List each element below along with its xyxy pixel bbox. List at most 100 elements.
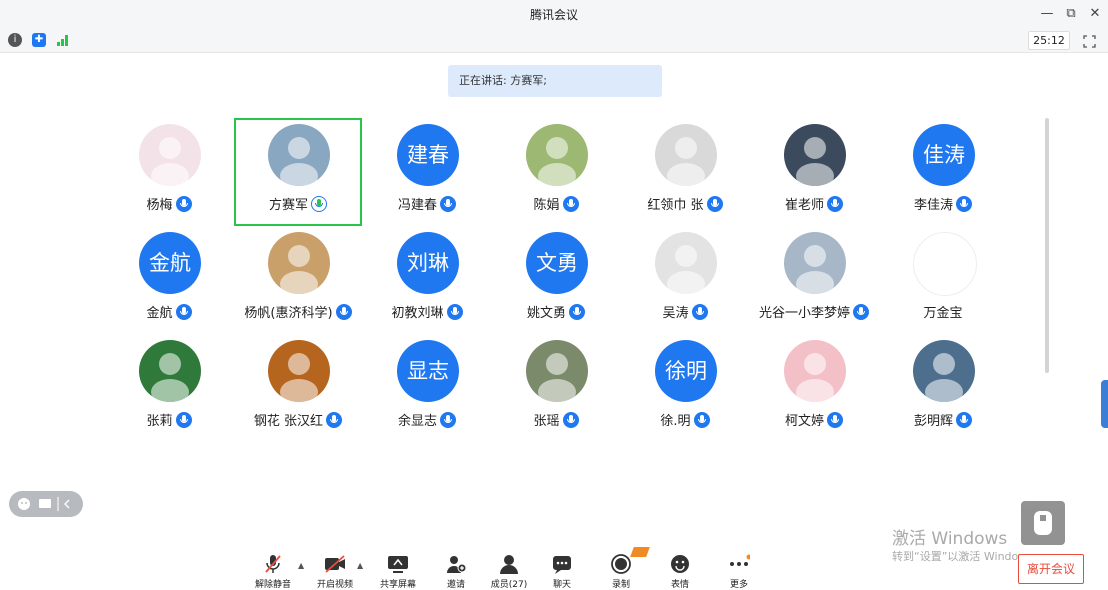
participant-tile[interactable]: 万金宝: [879, 226, 1007, 334]
info-icon[interactable]: i: [8, 33, 22, 47]
speaking-banner: 正在讲话: 方赛军;: [448, 65, 662, 97]
emoji-toggle-icon: [18, 498, 30, 510]
participant-tile[interactable]: 红领巾 张: [621, 118, 749, 226]
participant-avatar: [139, 124, 201, 186]
participant-tile[interactable]: 刘琳 初教刘琳: [363, 226, 491, 334]
speaking-text: 正在讲话: 方赛军;: [459, 74, 547, 87]
mic-icon: [693, 412, 710, 428]
participant-tile[interactable]: 徐明徐.明: [621, 334, 749, 442]
close-button[interactable]: ✕: [1086, 6, 1104, 21]
fullscreen-icon[interactable]: [1083, 33, 1096, 48]
participant-name: 万金宝: [923, 306, 963, 321]
participant-name-row: 张莉: [105, 410, 233, 429]
options-caret-icon[interactable]: ▲: [298, 561, 304, 570]
participant-tile[interactable]: 张瑶: [492, 334, 620, 442]
participant-name: 李佳涛: [913, 198, 953, 213]
mic-icon: [335, 304, 352, 320]
participant-avatar: [268, 124, 330, 186]
participant-avatar: [784, 340, 846, 402]
bottom-bar-label: 表情: [670, 580, 689, 590]
floating-controls[interactable]: [9, 491, 83, 517]
grid-scrollbar[interactable]: [1045, 118, 1049, 373]
window-title: 腾讯会议: [529, 8, 578, 22]
participant-tile[interactable]: 崔老师: [750, 118, 878, 226]
restore-button[interactable]: ⧉: [1062, 6, 1080, 21]
bottom-bar-item[interactable]: 聊天: [532, 553, 592, 590]
bottom-bar-item[interactable]: 开启视频: [305, 553, 365, 590]
bottom-bar-item[interactable]: 解除静音: [243, 553, 303, 590]
mic-icon: [827, 196, 843, 212]
mic-icon: [853, 304, 869, 320]
minimize-button[interactable]: —: [1038, 6, 1056, 21]
participant-avatar: 徐明: [655, 340, 717, 402]
participant-tile[interactable]: 建春 冯建春: [363, 118, 491, 226]
bottom-bar-label: 更多: [729, 580, 748, 590]
bottom-bar-label: 共享屏幕: [379, 580, 416, 590]
bottom-bar-item[interactable]: 成员(27): [479, 553, 539, 590]
participant-name: 陈娟: [533, 198, 560, 213]
participant-tile[interactable]: 杨帆(惠济科学): [234, 226, 362, 334]
participant-name-row: 光谷一小李梦婷: [750, 302, 878, 321]
title-bar: 腾讯会议 — ⧉ ✕: [0, 0, 1108, 28]
participant-name: 柯文婷: [784, 414, 824, 429]
participant-name: 钢花 张汉红: [253, 414, 324, 429]
mic-icon: [326, 412, 343, 428]
participant-name-row: 冯建春: [363, 194, 491, 213]
participant-name-row: 杨帆(惠济科学): [234, 302, 362, 321]
participant-tile[interactable]: 杨梅: [105, 118, 233, 226]
invite-icon: [426, 553, 486, 575]
shield-icon[interactable]: ✚: [32, 33, 46, 47]
participant-name: 光谷一小李梦婷: [758, 306, 850, 321]
participant-tile[interactable]: 方赛军: [234, 118, 362, 226]
participant-tile[interactable]: 显志 余显志: [363, 334, 491, 442]
participant-name-row: 杨梅: [105, 194, 233, 213]
participant-avatar: [655, 124, 717, 186]
participant-tile[interactable]: 陈娟: [492, 118, 620, 226]
participant-tile[interactable]: 佳涛 李佳涛: [879, 118, 1007, 226]
participant-name: 杨梅: [146, 198, 173, 213]
participant-name-row: 徐.明: [621, 410, 749, 429]
participant-name-row: 钢花 张汉红: [234, 410, 362, 429]
participant-tile[interactable]: 吴涛: [621, 226, 749, 334]
participant-name: 崔老师: [784, 198, 824, 213]
participant-name: 徐.明: [660, 414, 691, 429]
participant-tile[interactable]: 柯文婷: [750, 334, 878, 442]
mic-icon: [827, 412, 843, 428]
bottom-bar-item[interactable]: 更多: [709, 553, 769, 590]
participant-name-row: 万金宝: [879, 302, 1007, 321]
mic-icon: [691, 304, 708, 320]
bottom-bar-item[interactable]: 邀请: [426, 553, 486, 590]
leave-meeting-button[interactable]: 离开会议: [1018, 554, 1084, 584]
options-caret-icon[interactable]: ▲: [357, 561, 363, 570]
floating-widget[interactable]: [1021, 501, 1065, 545]
bottom-bar-label: 邀请: [446, 580, 465, 590]
participant-avatar: [655, 232, 717, 294]
participant-name-row: 李佳涛: [879, 194, 1007, 213]
bottom-bar-item[interactable]: 表情: [650, 553, 710, 590]
participant-tile[interactable]: 彭明辉: [879, 334, 1007, 442]
participant-name: 杨帆(惠济科学): [244, 306, 333, 321]
participant-tile[interactable]: 金航 金航: [105, 226, 233, 334]
video-off-icon: [305, 553, 365, 575]
meeting-timer: 25:12: [1028, 31, 1070, 50]
participant-name: 吴涛: [662, 306, 689, 321]
participant-tile[interactable]: 钢花 张汉红: [234, 334, 362, 442]
participant-avatar: [268, 340, 330, 402]
participant-name-row: 崔老师: [750, 194, 878, 213]
participant-tile[interactable]: 光谷一小李梦婷: [750, 226, 878, 334]
participant-name: 姚文勇: [526, 306, 566, 321]
mic-icon: [956, 196, 972, 212]
participant-name: 彭明辉: [913, 414, 953, 429]
mic-icon: [440, 412, 456, 428]
bottom-bar-label: 聊天: [552, 580, 571, 590]
participant-name: 初教刘琳: [391, 306, 444, 321]
bottom-bar-item[interactable]: 共享屏幕: [368, 553, 428, 590]
participant-name-row: 陈娟: [492, 194, 620, 213]
bottom-control-bar: 解除静音 开启视频 共享屏幕 邀请 成员(27) 聊天 录制 表情 更多 ▲ ▲: [0, 545, 1108, 590]
signal-icon[interactable]: [56, 33, 70, 47]
side-edge-tab[interactable]: [1101, 380, 1108, 428]
participant-tile[interactable]: 张莉: [105, 334, 233, 442]
participant-name-row: 姚文勇: [492, 302, 620, 321]
participant-tile[interactable]: 文勇 姚文勇: [492, 226, 620, 334]
bottom-bar-item[interactable]: 录制: [591, 553, 651, 590]
